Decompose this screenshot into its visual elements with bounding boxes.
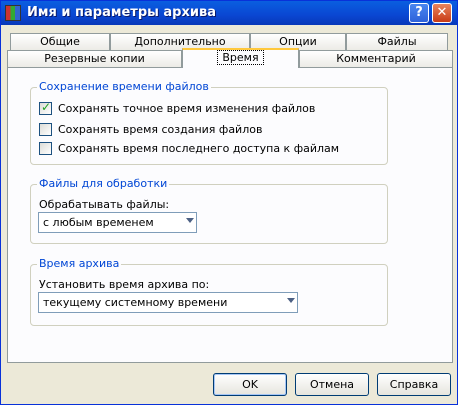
tab-files[interactable]: Файлы (346, 33, 448, 50)
tab-comment[interactable]: Комментарий (299, 50, 453, 67)
keep-modified-time-checkbox[interactable] (39, 100, 52, 115)
tab-panel-time: Сохранение времени файлов Сохранять точн… (7, 67, 453, 363)
tab-time-label: Время (217, 50, 264, 65)
dialog-window: Имя и параметры архива ? ✕ Общие Дополни… (0, 0, 458, 405)
files-to-process-label: Обрабатывать файлы: (39, 198, 170, 211)
window-title: Имя и параметры архива (27, 5, 216, 20)
chevron-down-icon (287, 298, 295, 303)
files-to-process-group: Файлы для обработки Обрабатывать файлы: … (30, 177, 388, 244)
archive-time-group-title: Время архива (37, 257, 122, 270)
keep-modified-time-label: Сохранять точное время изменения файлов (58, 102, 316, 115)
keep-access-time-label: Сохранять время последнего доступа к фай… (58, 142, 340, 155)
archive-time-select[interactable]: текущему системному времени (38, 292, 298, 313)
archive-time-value: текущему системному времени (43, 296, 228, 309)
close-icon[interactable]: ✕ (432, 3, 452, 23)
files-to-process-select[interactable]: с любым временем (38, 212, 197, 233)
tab-backups[interactable]: Резервные копии (7, 50, 182, 67)
cancel-button[interactable]: Отмена (295, 373, 369, 396)
tab-time[interactable]: Время (182, 48, 299, 68)
files-to-process-group-title: Файлы для обработки (37, 177, 170, 190)
file-time-group-title: Сохранение времени файлов (37, 80, 211, 93)
ok-button[interactable]: OK (213, 373, 287, 396)
keep-created-time-checkbox[interactable] (39, 123, 52, 136)
title-bar[interactable]: Имя и параметры архива ? ✕ (1, 1, 457, 25)
keep-access-time-checkbox[interactable] (39, 142, 52, 155)
winrar-app-icon (5, 5, 21, 21)
tab-general[interactable]: Общие (10, 33, 110, 50)
archive-time-group: Время архива Установить время архива по:… (30, 257, 388, 326)
help-icon[interactable]: ? (409, 3, 429, 23)
chevron-down-icon (186, 218, 194, 223)
files-to-process-value: с любым временем (43, 216, 154, 229)
help-button[interactable]: Справка (377, 373, 451, 396)
archive-time-label: Установить время архива по: (39, 278, 210, 291)
file-time-group: Сохранение времени файлов Сохранять точн… (30, 80, 388, 165)
keep-created-time-label: Сохранять время создания файлов (58, 123, 263, 136)
